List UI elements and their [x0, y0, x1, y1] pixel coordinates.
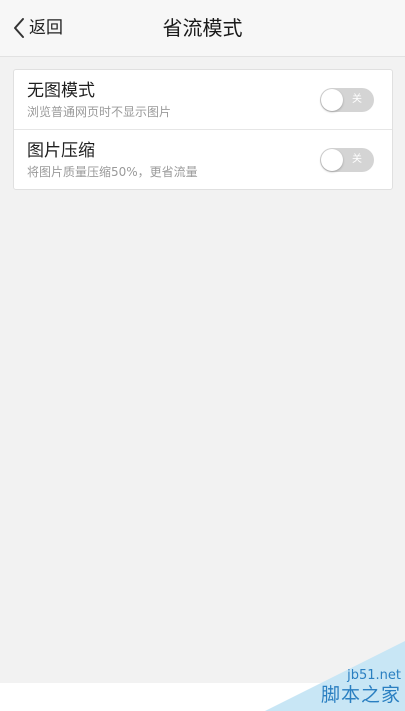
setting-row-image-compression: 图片压缩 将图片质量压缩50%，更省流量 关: [14, 129, 392, 189]
setting-description: 将图片质量压缩50%，更省流量: [27, 165, 198, 179]
watermark: jb51.net 脚本之家: [265, 641, 405, 711]
toggle-state-label: 关: [352, 154, 362, 165]
nav-bar: 返回 省流模式: [0, 0, 405, 57]
setting-title: 无图模式: [27, 81, 95, 101]
no-image-toggle[interactable]: 关: [320, 88, 374, 112]
toggle-knob: [321, 149, 343, 171]
image-compression-toggle[interactable]: 关: [320, 148, 374, 172]
toggle-state-label: 关: [352, 94, 362, 105]
setting-description: 浏览普通网页时不显示图片: [27, 105, 172, 119]
page-title: 省流模式: [162, 16, 243, 40]
watermark-name: 脚本之家: [320, 684, 401, 706]
toggle-knob: [321, 89, 343, 111]
setting-title: 图片压缩: [27, 141, 95, 161]
setting-row-no-image: 无图模式 浏览普通网页时不显示图片 关: [14, 70, 392, 129]
settings-card: 无图模式 浏览普通网页时不显示图片 关 图片压缩 将图片质量压缩50%，更省流量…: [13, 69, 393, 190]
